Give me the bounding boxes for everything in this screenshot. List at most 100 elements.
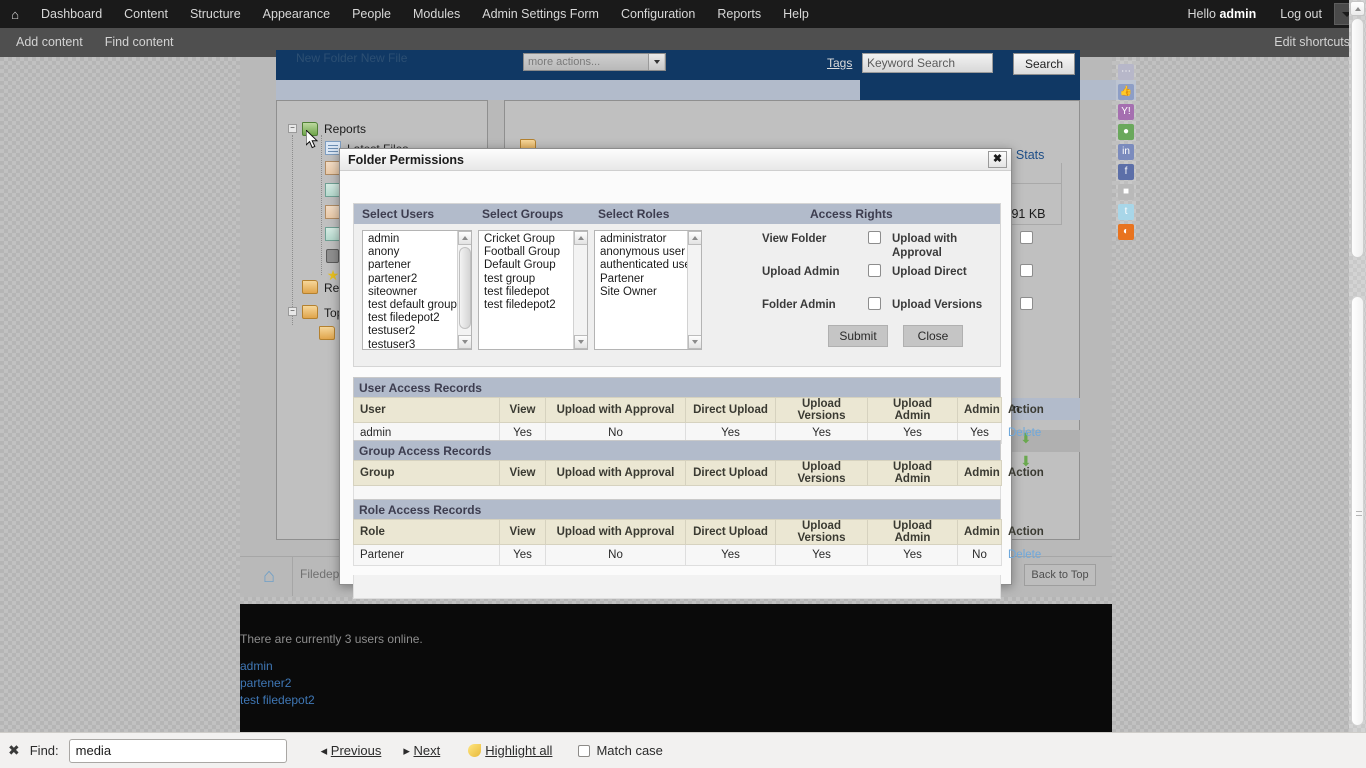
- shortcut-find-content[interactable]: Find content: [105, 28, 174, 57]
- menu-item-modules[interactable]: Modules: [402, 0, 471, 28]
- listbox-option[interactable]: administrator: [600, 233, 685, 246]
- window-scrollbar[interactable]: [1349, 0, 1366, 748]
- menu-item-appearance[interactable]: Appearance: [252, 0, 341, 28]
- edit-shortcuts-link[interactable]: Edit shortcuts: [1274, 28, 1350, 57]
- home-icon[interactable]: ⌂: [255, 563, 283, 589]
- listbox-scrollbar[interactable]: [457, 231, 471, 349]
- search-button[interactable]: Search: [1013, 53, 1075, 75]
- listbox-option[interactable]: authenticated user: [600, 259, 695, 272]
- scrollbar-thumb[interactable]: [1351, 296, 1364, 726]
- thumbs-up-icon[interactable]: 👍: [1118, 84, 1134, 100]
- share-dots-icon[interactable]: ⋯: [1118, 64, 1134, 80]
- close-icon[interactable]: ✖: [988, 151, 1007, 168]
- listbox-option[interactable]: test filedepot2: [368, 312, 455, 325]
- online-user-link[interactable]: admin: [240, 659, 273, 673]
- listbox-scrollbar[interactable]: [687, 231, 701, 349]
- menu-item-content[interactable]: Content: [113, 0, 179, 28]
- more-actions-select[interactable]: more actions...: [523, 53, 666, 71]
- col-user: User: [353, 397, 500, 423]
- rss-icon[interactable]: ◐: [1118, 224, 1134, 240]
- select-groups-listbox[interactable]: Cricket Group Football Group Default Gro…: [478, 230, 588, 350]
- scroll-down-icon[interactable]: [458, 335, 471, 349]
- listbox-option[interactable]: test filedepot: [484, 286, 571, 299]
- cell-direct-upload: Yes: [685, 544, 776, 566]
- greeting-username: admin: [1219, 7, 1257, 21]
- listbox-option[interactable]: test filedepot2: [484, 299, 571, 312]
- back-to-top-button[interactable]: Back to Top: [1024, 564, 1096, 586]
- highlight-all-button[interactable]: Highlight all: [468, 743, 552, 758]
- listbox-option[interactable]: anony: [368, 246, 455, 259]
- listbox-option[interactable]: test default group: [368, 299, 457, 312]
- tree-item-reports[interactable]: Reports: [324, 122, 366, 136]
- menu-item-structure[interactable]: Structure: [179, 0, 252, 28]
- col-view: View: [499, 460, 546, 486]
- select-roles-listbox[interactable]: administrator anonymous user authenticat…: [594, 230, 702, 350]
- checkbox-upload-versions[interactable]: [1020, 297, 1033, 310]
- listbox-option[interactable]: test group: [484, 273, 571, 286]
- listbox-option[interactable]: testuser2: [368, 325, 455, 338]
- checkbox-view-folder[interactable]: [868, 231, 881, 244]
- select-users-listbox[interactable]: admin anony partener partener2 siteowner…: [362, 230, 472, 350]
- find-previous-button[interactable]: ◂ Previous: [321, 743, 382, 759]
- menu-item-configuration[interactable]: Configuration: [610, 0, 706, 28]
- logout-link[interactable]: Log out: [1268, 0, 1334, 28]
- user-access-records-section: User Access Records User View Upload wit…: [353, 377, 1044, 444]
- listbox-option[interactable]: admin: [368, 233, 455, 246]
- match-case-toggle[interactable]: Match case: [578, 743, 663, 758]
- home-icon[interactable]: ⌂: [0, 7, 30, 22]
- scroll-down-icon[interactable]: [574, 335, 587, 349]
- shortcut-add-content[interactable]: Add content: [16, 28, 83, 57]
- scrollbar-thumb[interactable]: [459, 247, 471, 329]
- listbox-option[interactable]: partener2: [368, 273, 455, 286]
- scroll-up-icon[interactable]: [458, 231, 471, 245]
- keyword-search-input[interactable]: Keyword Search: [862, 53, 993, 73]
- listbox-option[interactable]: Default Group: [484, 259, 571, 272]
- menu-item-dashboard[interactable]: Dashboard: [30, 0, 113, 28]
- close-button[interactable]: Close: [903, 325, 963, 347]
- menu-item-people[interactable]: People: [341, 0, 402, 28]
- search-input[interactable]: [68, 738, 287, 763]
- checker-icon[interactable]: ■: [1118, 184, 1134, 200]
- scroll-up-icon[interactable]: [688, 231, 701, 245]
- menu-item-admin-settings-form[interactable]: Admin Settings Form: [471, 0, 610, 28]
- checkbox-folder-admin[interactable]: [868, 297, 881, 310]
- dialog-tail-area: [353, 575, 1001, 599]
- online-user-link[interactable]: test filedepot2: [240, 693, 315, 707]
- delete-link[interactable]: Delete: [1008, 549, 1041, 561]
- listbox-option[interactable]: partener: [368, 259, 455, 272]
- menu-item-reports[interactable]: Reports: [706, 0, 772, 28]
- listbox-option[interactable]: testuser3: [368, 339, 455, 349]
- listbox-option[interactable]: siteowner: [368, 286, 455, 299]
- checkbox-upload-direct[interactable]: [1020, 264, 1033, 277]
- scroll-down-icon[interactable]: [688, 335, 701, 349]
- listbox-option[interactable]: Cricket Group: [484, 233, 571, 246]
- col-upload-with-approval: Upload with Approval: [545, 460, 686, 486]
- listbox-option[interactable]: anonymous user: [600, 246, 685, 259]
- facebook-icon[interactable]: f: [1118, 164, 1134, 180]
- find-next-button[interactable]: ▸ Next: [403, 743, 440, 759]
- delete-link[interactable]: Delete: [1008, 427, 1041, 439]
- menu-item-help[interactable]: Help: [772, 0, 820, 28]
- comment-icon[interactable]: ●: [1118, 124, 1134, 140]
- listbox-option[interactable]: Football Group: [484, 246, 571, 259]
- col-upload-versions: Upload Versions: [775, 460, 868, 486]
- twitter-icon[interactable]: t: [1118, 204, 1134, 220]
- checkbox-match-case[interactable]: [578, 744, 591, 757]
- scroll-up-icon[interactable]: [574, 231, 587, 245]
- scrollbar-thumb-upper[interactable]: [1351, 18, 1364, 258]
- listbox-option[interactable]: Partener: [600, 273, 685, 286]
- checkbox-upload-admin[interactable]: [868, 264, 881, 277]
- listbox-option[interactable]: Site Owner: [600, 286, 685, 299]
- linkedin-icon[interactable]: in: [1118, 144, 1134, 160]
- checkbox-upload-with-approval[interactable]: [1020, 231, 1033, 244]
- new-folder-new-file-links[interactable]: New Folder New File: [296, 51, 407, 65]
- tree-expander-reports[interactable]: −: [288, 124, 297, 133]
- submit-button[interactable]: Submit: [828, 325, 888, 347]
- close-icon[interactable]: ✖: [8, 742, 20, 759]
- online-user-link[interactable]: partener2: [240, 676, 291, 690]
- yahoo-icon[interactable]: Y!: [1118, 104, 1134, 120]
- tree-expander-top[interactable]: −: [288, 307, 297, 316]
- listbox-scrollbar[interactable]: [573, 231, 587, 349]
- tags-link[interactable]: Tags: [827, 56, 852, 70]
- scroll-up-icon[interactable]: [1350, 1, 1365, 16]
